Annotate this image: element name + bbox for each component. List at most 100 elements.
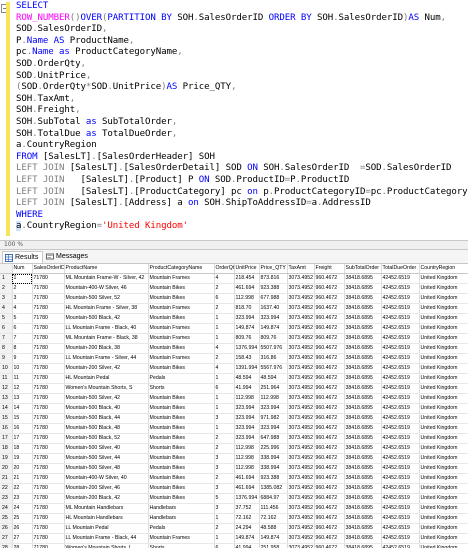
table-cell[interactable]: 1 (214, 423, 235, 435)
table-cell[interactable]: Mountain Bikes (148, 483, 215, 495)
row-number[interactable]: 2 (0, 283, 13, 295)
table-row[interactable]: 282871780Women's Mountain Shorts, LShort… (0, 543, 468, 548)
table-cell[interactable]: 71780 (32, 283, 65, 295)
table-cell[interactable]: 3073.4952 (287, 353, 315, 365)
table-cell[interactable]: Women's Mountain Shorts, L (64, 543, 149, 548)
table-cell[interactable]: Mountain-500 Silver, 48 (64, 463, 149, 475)
table-cell[interactable]: 112.998 (234, 443, 260, 455)
row-number[interactable]: 27 (0, 533, 13, 545)
table-cell[interactable]: 960.4672 (314, 493, 345, 505)
column-header[interactable]: ProductCategoryName (148, 264, 215, 275)
table-row[interactable]: 9 9 71780 LL Mountain Frame - Silver, 44 Mou… (0, 353, 468, 365)
table-cell[interactable]: 960.4672 (314, 363, 345, 375)
table-cell[interactable]: HL Mountain Handlebars (64, 513, 149, 525)
column-header[interactable]: Freight (314, 264, 345, 275)
sql-line[interactable]: FROM [SalesLT].[SalesOrderHeader] SOH (16, 152, 468, 164)
table-cell[interactable]: 38418.6895 (344, 283, 382, 295)
table-cell[interactable]: Mountain Bikes (148, 293, 215, 305)
table-cell[interactable]: 960.4672 (314, 433, 345, 445)
table-cell[interactable]: 42452.6519 (381, 333, 420, 345)
row-number[interactable]: 17 (0, 433, 13, 445)
table-cell[interactable]: 3073.4952 (287, 423, 315, 435)
table-cell[interactable]: Mountain-400-W Silver, 46 (64, 283, 149, 295)
table-cell[interactable]: 960.4672 (314, 273, 345, 285)
table-cell[interactable]: 7 (12, 333, 33, 345)
table-cell[interactable]: 42452.6519 (381, 463, 420, 475)
table-cell[interactable]: 5 (214, 493, 235, 505)
table-cell[interactable]: 3073.4952 (287, 513, 315, 525)
table-cell[interactable]: 41.994 (234, 543, 260, 548)
table-cell[interactable]: 2 (214, 283, 235, 295)
table-cell[interactable]: 42452.6519 (381, 533, 420, 545)
table-cell[interactable]: 3073.4952 (287, 453, 315, 465)
row-number[interactable]: 1 (0, 273, 13, 285)
table-cell[interactable]: 461.694 (234, 473, 260, 485)
sql-line[interactable]: SOH.TotalDue as TotalDueOrder, (16, 129, 468, 141)
table-cell[interactable]: 6884.97 (259, 493, 288, 505)
table-cell[interactable]: 5567.976 (259, 363, 288, 375)
table-cell[interactable]: 112.998 (259, 393, 288, 405)
table-cell[interactable]: Mountain Frames (148, 273, 215, 285)
table-cell[interactable]: 71780 (32, 433, 65, 445)
sql-line[interactable]: LEFT JOIN [SalesLT].[SalesOrderDetail] S… (16, 163, 468, 175)
table-cell[interactable]: United Kingdom (419, 353, 468, 365)
row-number[interactable]: 14 (0, 403, 13, 415)
row-number[interactable]: 5 (0, 313, 13, 325)
table-row[interactable]: 2 2 71780 Mountain-400-W Silver, 46 Mountain… (0, 283, 468, 295)
table-cell[interactable]: 48.594 (259, 373, 288, 385)
table-cell[interactable]: 71780 (32, 403, 65, 415)
table-cell[interactable]: 111.456 (259, 503, 288, 515)
column-header[interactable]: Price_QTY (259, 264, 288, 275)
table-cell[interactable]: 38418.6895 (344, 463, 382, 475)
table-cell[interactable]: 18 (12, 443, 33, 455)
row-number[interactable]: 8 (0, 343, 13, 355)
sql-line[interactable]: LEFT JOIN [SalesLT].[Product] P ON SOD.P… (16, 175, 468, 187)
table-cell[interactable]: 38418.6895 (344, 273, 382, 285)
table-cell[interactable]: 25 (12, 513, 33, 525)
sql-line[interactable]: WHERE (16, 210, 468, 222)
table-row[interactable]: 23 23 71780 Mountain-200 Black, 42 Mountain … (0, 493, 468, 505)
table-cell[interactable]: 38418.6895 (344, 393, 382, 405)
table-cell[interactable]: 960.4672 (314, 323, 345, 335)
table-cell[interactable]: 960.4672 (314, 513, 345, 525)
table-cell[interactable]: 71780 (32, 493, 65, 505)
table-cell[interactable]: 26 (12, 523, 33, 535)
table-cell[interactable]: 38418.6895 (344, 543, 382, 548)
column-header[interactable]: TaxAmt (287, 264, 315, 275)
table-cell[interactable]: United Kingdom (419, 303, 468, 315)
table-cell[interactable]: Mountain Bikes (148, 393, 215, 405)
table-cell[interactable]: 960.4672 (314, 403, 345, 415)
table-cell[interactable]: 71780 (32, 413, 65, 425)
table-cell[interactable]: 3073.4952 (287, 523, 315, 535)
table-cell[interactable]: Mountain Bikes (148, 443, 215, 455)
table-cell[interactable]: 21 (12, 473, 33, 485)
table-cell[interactable]: 149.874 (259, 533, 288, 545)
table-cell[interactable]: 960.4672 (314, 373, 345, 385)
column-header[interactable]: SalesOrderID (32, 264, 65, 275)
table-cell[interactable]: United Kingdom (419, 393, 468, 405)
table-cell[interactable]: 3073.4952 (287, 383, 315, 395)
table-cell[interactable]: 225.996 (259, 443, 288, 455)
table-cell[interactable]: 3073.4952 (287, 373, 315, 385)
table-cell[interactable]: 960.4672 (314, 533, 345, 545)
row-number[interactable]: 25 (0, 513, 13, 525)
table-cell[interactable]: Mountain Bikes (148, 453, 215, 465)
sql-line[interactable]: SOD.SalesOrderID, (16, 24, 468, 36)
table-row[interactable]: 21 21 71780 Mountain-400-W Silver, 40 Mounta… (0, 473, 468, 485)
table-cell[interactable]: 323.994 (234, 403, 260, 415)
table-row[interactable]: 26 26 71780 LL Mountain Pedal Pedals 2 24.294 4… (0, 523, 468, 535)
table-cell[interactable]: 42452.6519 (381, 383, 420, 395)
table-row[interactable]: 5 5 71780 Mountain-500 Black, 42 Mountain Bi… (0, 313, 468, 325)
table-cell[interactable]: Shorts (148, 383, 215, 395)
table-cell[interactable]: 19 (12, 453, 33, 465)
table-cell[interactable]: 38418.6895 (344, 413, 382, 425)
row-number[interactable]: 15 (0, 413, 13, 425)
table-cell[interactable]: 38418.6895 (344, 443, 382, 455)
table-cell[interactable]: 38418.6895 (344, 473, 382, 485)
table-cell[interactable]: 3073.4952 (287, 463, 315, 475)
table-cell[interactable]: Mountain-500 Black, 42 (64, 313, 149, 325)
table-cell[interactable]: 677.988 (259, 293, 288, 305)
table-cell[interactable]: United Kingdom (419, 543, 468, 548)
table-cell[interactable]: 818.70 (234, 303, 260, 315)
table-cell[interactable]: United Kingdom (419, 523, 468, 535)
